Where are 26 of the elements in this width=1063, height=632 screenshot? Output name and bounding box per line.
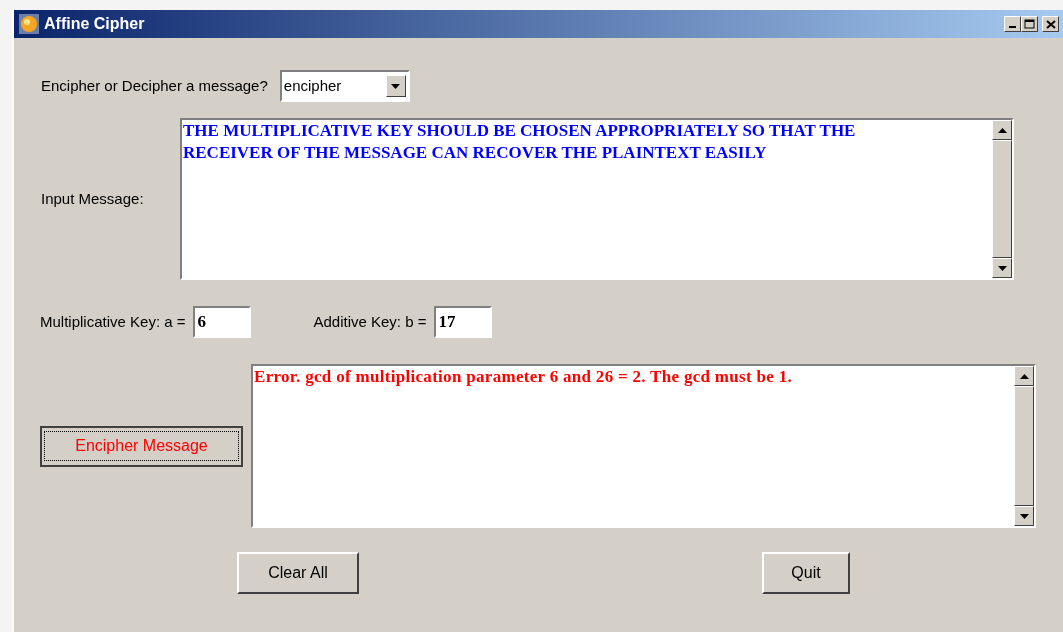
output-message-field: Error. gcd of multiplication parameter 6 and 26 = 2. The gcd must be 1. [251,364,1036,528]
scroll-up-icon [1019,373,1029,379]
window-title: Affine Cipher [44,14,145,34]
key-field[interactable]: 6 [193,306,252,338]
input-message-field[interactable]: THE MULTIPLICATIVE KEY SHOULD BE CHOSEN APPROPRIATELY SO THAT THE RECEIVER OF THE MESSAGE CAN RECOVER THE PLAINTEXT EASILY [180,118,1014,280]
scroll-thumb[interactable] [1014,386,1034,506]
minimize-button[interactable] [1004,16,1022,32]
close-button[interactable] [1042,16,1059,32]
maximize-icon [1024,19,1036,29]
close-icon [1045,19,1056,29]
key-label: Additive Key: b = [313,311,427,332]
maximize-button[interactable] [1021,16,1039,32]
minimize-icon [1009,26,1017,28]
scroll-up-icon [997,127,1007,133]
caret-icon [391,83,401,89]
scroll-down-icon [997,265,1007,271]
key-label: Multiplicative Key: a = [40,311,186,332]
mode-label: Encipher or Decipher a message? [41,75,268,96]
scroll-thumb[interactable] [992,140,1012,258]
mode-dropdown[interactable]: encipher [279,70,410,102]
scroll-down-icon [1019,513,1029,519]
clear-all-button[interactable]: Clear All [237,552,359,594]
input-label: Input Message: [41,188,145,209]
quit-button[interactable]: Quit [762,552,850,594]
app-icon [18,13,40,35]
key-field[interactable]: 17 [434,306,493,338]
